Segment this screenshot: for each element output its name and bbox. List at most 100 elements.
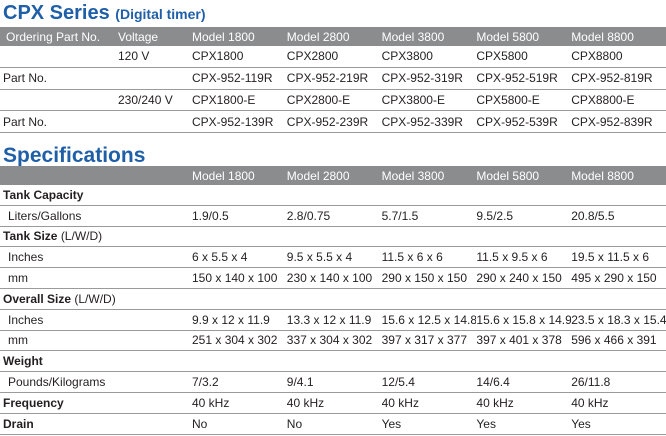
voltage-cell: 120 V <box>118 46 192 68</box>
table-cell: 596 x 466 x 391 <box>571 330 666 352</box>
table-cell: 230 x 140 x 100 <box>286 267 382 289</box>
table-cell: 397 x 401 x 378 <box>476 330 572 352</box>
table-cell: 2.8/0.75 <box>286 205 382 227</box>
header-cell-empty <box>0 166 192 185</box>
table-cell: 6 x 5.5 x 4 <box>192 246 287 269</box>
table-cell: 9.9 x 12 x 11.9 <box>192 309 287 331</box>
table-cell: 290 x 150 x 150 <box>381 267 477 289</box>
table-cell: 15.6 x 15.8 x 14.9 <box>476 309 572 331</box>
category-row: Overall Size (L/W/D) <box>0 288 666 310</box>
table-cell: 40 kHz <box>381 392 477 414</box>
header-cell: Voltage <box>118 27 192 46</box>
table-cell: 290 x 240 x 150 <box>476 267 572 289</box>
table-cell: CPX-952-819R <box>571 67 666 90</box>
category-label: Overall Size (L/W/D) <box>0 288 666 310</box>
row-label: Inches <box>0 246 192 269</box>
voltage-cell <box>118 110 192 134</box>
row-label: Frequency <box>0 392 192 414</box>
table-cell: CPX2800-E <box>286 89 382 112</box>
category-label: Tank Size (L/W/D) <box>0 226 666 248</box>
table-cell: 495 x 290 x 150 <box>571 267 666 289</box>
header-cell: Model 8800 <box>571 27 666 46</box>
table-cell: 20.8/5.5 <box>571 205 666 227</box>
table-cell: 15.6 x 12.5 x 14.8 <box>381 309 477 331</box>
header-cell: Model 2800 <box>286 166 382 185</box>
table-cell: 11.5 x 9.5 x 6 <box>476 246 572 269</box>
row-label: Pounds/Kilograms <box>0 371 192 393</box>
table-cell: 11.5 x 6 x 6 <box>381 246 477 269</box>
category-row: Tank Size (L/W/D) <box>0 226 666 248</box>
table-row: mm 150 x 140 x 100 230 x 140 x 100 290 x… <box>0 267 666 289</box>
voltage-cell: 230/240 V <box>118 89 192 112</box>
spec-sheet: CPX Series (Digital timer) Ordering Part… <box>0 0 666 436</box>
table-cell: 19.5 x 11.5 x 6 <box>571 246 666 269</box>
ordering-table: Ordering Part No. Voltage Model 1800 Mod… <box>0 27 666 134</box>
table-row: mm 251 x 304 x 302 337 x 304 x 302 397 x… <box>0 330 666 352</box>
table-row: Frequency 40 kHz 40 kHz 40 kHz 40 kHz 40… <box>0 392 666 414</box>
table-cell: 23.5 x 18.3 x 15.4 <box>571 309 666 331</box>
table-cell: CPX5800 <box>476 46 572 68</box>
table-cell: CPX-952-119R <box>192 67 287 90</box>
table-cell: Yes <box>476 413 572 435</box>
table-cell: CPX-952-539R <box>476 110 572 134</box>
table-cell: 1.9/0.5 <box>192 205 287 227</box>
table-row: 120 V CPX1800 CPX2800 CPX3800 CPX5800 CP… <box>0 46 666 68</box>
table-row: Part No. CPX-952-139R CPX-952-239R CPX-9… <box>0 110 666 134</box>
category-note: (L/W/D) <box>74 291 116 306</box>
table-cell: 9.5 x 5.5 x 4 <box>286 246 382 269</box>
table-cell: CPX-952-319R <box>381 67 477 90</box>
table-row: 230/240 V CPX1800-E CPX2800-E CPX3800-E … <box>0 89 666 112</box>
table-cell: 14/6.4 <box>476 371 572 393</box>
table-cell: CPX-952-139R <box>192 110 287 134</box>
table-cell: 251 x 304 x 302 <box>192 330 287 352</box>
table-cell: 337 x 304 x 302 <box>286 330 382 352</box>
table-cell: 40 kHz <box>192 392 287 414</box>
voltage-cell <box>118 67 192 90</box>
table-cell: CPX3800-E <box>381 89 477 112</box>
category-row: Tank Capacity <box>0 185 666 206</box>
table-cell: 13.3 x 12 x 11.9 <box>286 309 382 331</box>
header-cell: Model 2800 <box>286 27 382 46</box>
header-cell: Ordering Part No. <box>0 27 118 46</box>
header-cell: Model 5800 <box>476 166 572 185</box>
row-label: Part No. <box>0 67 118 90</box>
header-cell: Model 1800 <box>192 166 287 185</box>
table-cell: CPX8800 <box>571 46 666 68</box>
table-cell: 40 kHz <box>476 392 572 414</box>
table-cell: CPX3800 <box>381 46 477 68</box>
table-row: Part No. CPX-952-119R CPX-952-219R CPX-9… <box>0 67 666 90</box>
row-label: Liters/Gallons <box>0 205 192 227</box>
row-label: Drain <box>0 413 192 435</box>
ordering-header-row: Ordering Part No. Voltage Model 1800 Mod… <box>0 27 666 46</box>
row-label <box>0 89 118 112</box>
table-cell: CPX1800 <box>192 46 287 68</box>
table-row: Liters/Gallons 1.9/0.5 2.8/0.75 5.7/1.5 … <box>0 205 666 227</box>
row-label <box>0 46 118 68</box>
table-cell: 40 kHz <box>286 392 382 414</box>
category-label: Tank Capacity <box>0 185 666 206</box>
table-cell: No <box>286 413 382 435</box>
table-cell: No <box>192 413 287 435</box>
series-title: CPX Series (Digital timer) <box>3 2 206 24</box>
category-label: Weight <box>0 350 666 373</box>
table-cell: 397 x 317 x 377 <box>381 330 477 352</box>
row-label: Inches <box>0 309 192 331</box>
header-cell: Model 1800 <box>192 27 287 46</box>
table-row: Inches 6 x 5.5 x 4 9.5 x 5.5 x 4 11.5 x … <box>0 246 666 269</box>
category-note: (L/W/D) <box>60 229 103 244</box>
table-row: Pounds/Kilograms 7/3.2 9/4.1 12/5.4 14/6… <box>0 371 666 393</box>
table-cell: CPX5800-E <box>476 89 572 112</box>
table-cell: 7/3.2 <box>192 371 287 393</box>
header-cell: Model 8800 <box>571 166 666 185</box>
table-cell: Yes <box>381 413 477 435</box>
row-label: Part No. <box>0 110 118 134</box>
table-cell: 9/4.1 <box>286 371 382 393</box>
specifications-table: Model 1800 Model 2800 Model 3800 Model 5… <box>0 166 666 435</box>
table-cell: 9.5/2.5 <box>476 205 572 227</box>
table-cell: 40 kHz <box>571 392 666 414</box>
row-label: mm <box>0 330 192 352</box>
table-row: Inches 9.9 x 12 x 11.9 13.3 x 12 x 11.9 … <box>0 309 666 331</box>
header-cell: Model 5800 <box>476 27 572 46</box>
category-row: Weight <box>0 350 666 373</box>
specifications-title: Specifications <box>3 144 146 167</box>
